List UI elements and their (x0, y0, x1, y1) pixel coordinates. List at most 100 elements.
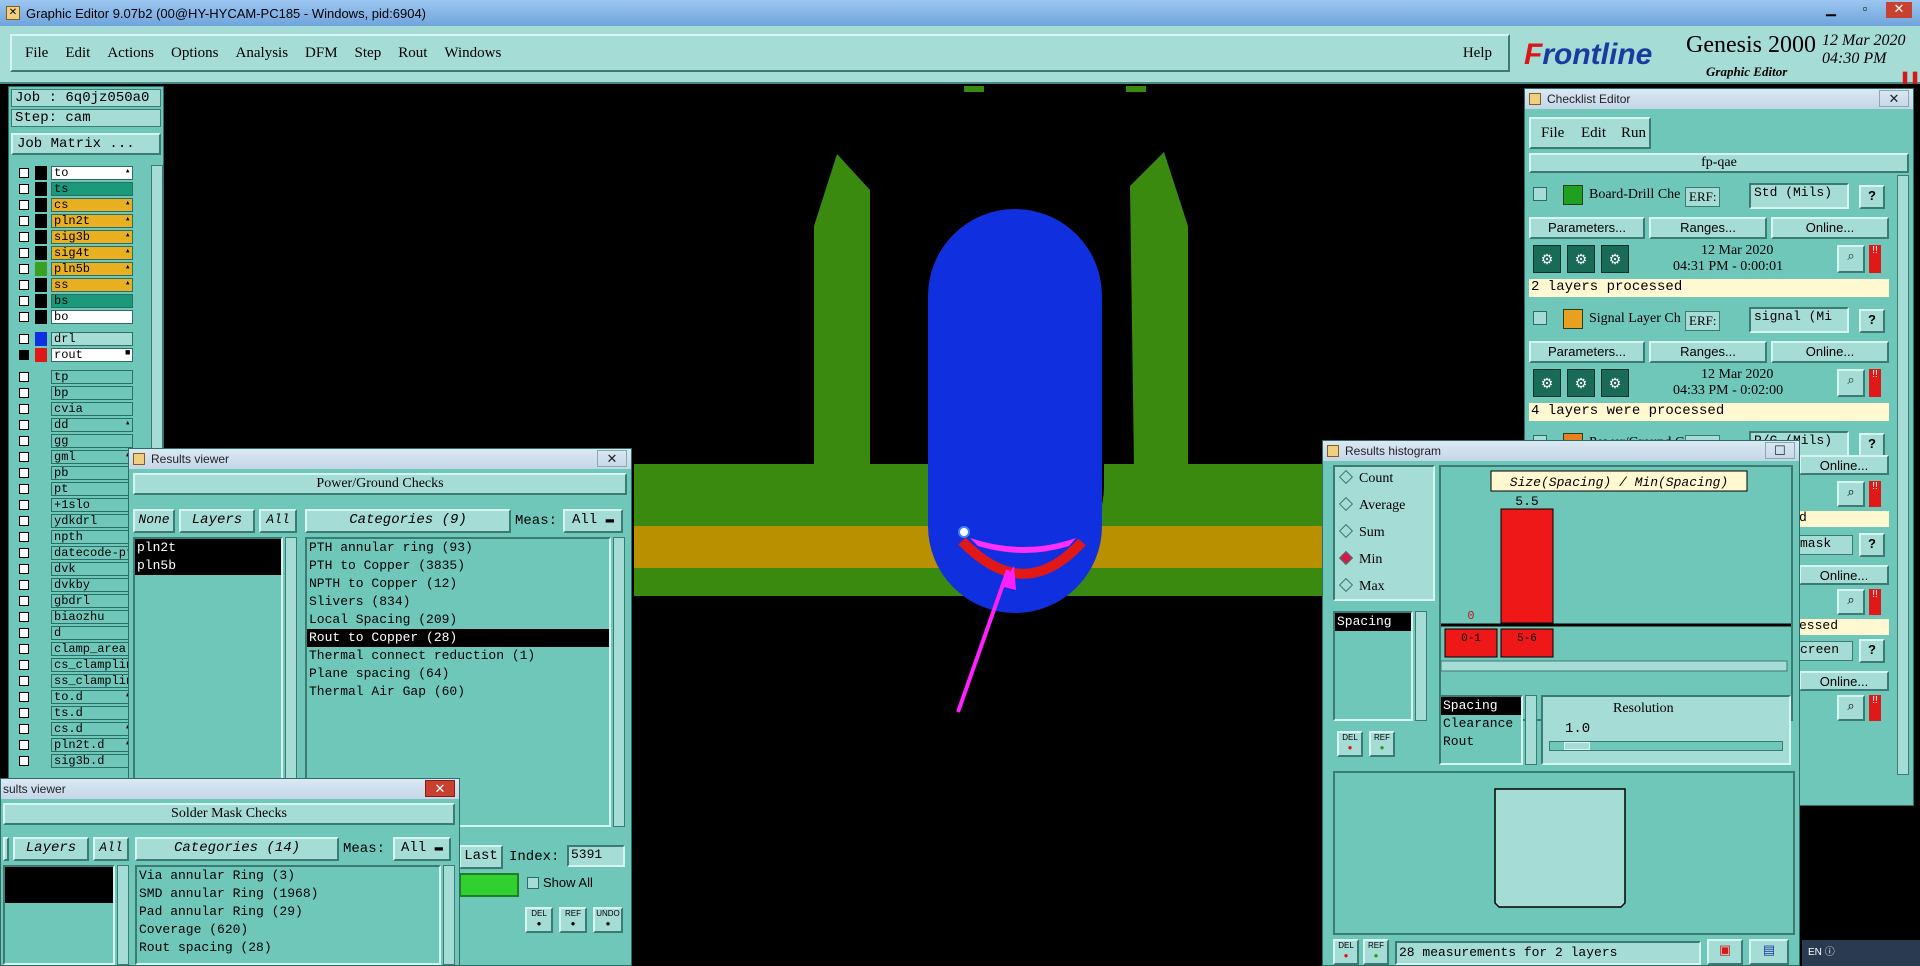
close-button[interactable]: ✕ (425, 780, 455, 797)
layer-color-swatch[interactable] (35, 738, 47, 752)
radio-average[interactable]: Average (1338, 496, 1405, 514)
layer-color-swatch[interactable] (35, 498, 47, 512)
type-list[interactable]: Spacing Clearance Rout (1439, 695, 1523, 765)
layer-row[interactable]: clamp_area (11, 641, 143, 657)
layer-row[interactable]: cvia (11, 401, 143, 417)
zoom-icon[interactable]: ⌕ (1837, 695, 1865, 721)
layer-color-swatch[interactable] (35, 626, 47, 640)
layer-checkbox[interactable] (19, 184, 29, 194)
type-item[interactable]: Spacing (1441, 697, 1521, 715)
type-item[interactable]: Clearance (1441, 715, 1521, 733)
layer-color-swatch[interactable] (35, 722, 47, 736)
layer-checkbox[interactable] (19, 580, 29, 590)
layer-row[interactable]: sig4t ▴ (11, 245, 143, 261)
layer-row[interactable]: ts (11, 181, 143, 197)
check-enable-checkbox[interactable] (1533, 311, 1547, 325)
index-input[interactable]: 5391 (567, 845, 625, 867)
layer-color-swatch[interactable] (35, 530, 47, 544)
layer-checkbox[interactable] (19, 436, 29, 446)
list-item[interactable]: Spacing (1335, 613, 1411, 631)
menu-windows[interactable]: Windows (444, 45, 501, 62)
layer-checkbox[interactable] (19, 628, 29, 638)
last-button[interactable]: Last (459, 845, 503, 869)
layer-checkbox[interactable] (19, 248, 29, 258)
category-item[interactable]: SMD annular Ring (1968) (137, 885, 439, 903)
layer-row[interactable]: dvkby (11, 577, 143, 593)
type-item[interactable]: Rout (1441, 733, 1521, 751)
layer-color-swatch[interactable] (35, 294, 47, 308)
none-button[interactable]: None (133, 509, 175, 533)
category-item[interactable]: PTH annular ring (93) (307, 539, 609, 557)
layer-name[interactable]: gbdrl (51, 594, 133, 608)
help-button[interactable]: ? (1859, 185, 1885, 209)
layer-name[interactable]: bp (51, 386, 133, 400)
online-button[interactable]: Online... (1799, 671, 1889, 691)
none-button-partial[interactable] (3, 837, 9, 861)
layer-color-swatch[interactable] (35, 198, 47, 212)
layer-name[interactable]: clamp_area (51, 642, 133, 656)
layer-name[interactable]: cvia (51, 402, 133, 416)
minimize-button[interactable]: ▁ (1818, 2, 1844, 18)
run-action-icon[interactable]: ⚙ (1567, 369, 1595, 397)
layer-checkbox[interactable] (19, 676, 29, 686)
layer-color-swatch[interactable] (35, 370, 47, 384)
category-item[interactable]: Pad annular Ring (29) (137, 903, 439, 921)
layer-checkbox[interactable] (19, 468, 29, 478)
menu-dfm[interactable]: DFM (305, 45, 338, 62)
layer-list-scrollbar[interactable] (117, 865, 129, 965)
layer-name[interactable]: ss (51, 278, 133, 292)
layer-row[interactable]: ydkdrl (11, 513, 143, 529)
layer-color-swatch[interactable] (35, 262, 47, 276)
layer-color-swatch[interactable] (35, 386, 47, 400)
layer-row[interactable]: npth (11, 529, 143, 545)
check-enable-checkbox[interactable] (1533, 187, 1547, 201)
layer-row[interactable]: gbdrl (11, 593, 143, 609)
layer-name[interactable]: dvk (51, 562, 133, 576)
del-button[interactable]: DEL ● (1337, 731, 1363, 757)
layer-color-swatch[interactable] (35, 642, 47, 656)
layer-name[interactable]: bs (51, 294, 133, 308)
layer-color-swatch[interactable] (35, 310, 47, 324)
run-action-icon[interactable]: ⚙ (1533, 245, 1561, 273)
layer-color-swatch[interactable] (35, 434, 47, 448)
del-button[interactable]: DEL ● (525, 907, 553, 933)
layer-color-swatch[interactable] (35, 450, 47, 464)
layer-checkbox[interactable] (19, 756, 29, 766)
category-item[interactable]: Local Spacing (209) (307, 611, 609, 629)
layer-color-swatch[interactable] (35, 594, 47, 608)
run-action-icon[interactable]: ⚙ (1601, 245, 1629, 273)
online-button[interactable]: Online... (1799, 455, 1889, 475)
menu-file[interactable]: File (25, 45, 48, 62)
layer-checkbox[interactable] (19, 452, 29, 462)
pause-icon[interactable]: ❚❚ (1900, 70, 1920, 84)
online-button[interactable]: Online... (1771, 217, 1889, 239)
list-item[interactable] (5, 867, 113, 885)
category-item[interactable]: Via annular Ring (3) (137, 867, 439, 885)
run-action-icon[interactable]: ⚙ (1601, 369, 1629, 397)
layer-name[interactable]: biaozhu (51, 610, 133, 624)
layer-row[interactable]: pln2t.d▴ (11, 737, 143, 753)
checklist-scrollbar[interactable] (1897, 175, 1909, 775)
category-item[interactable]: PTH to Copper (3835) (307, 557, 609, 575)
layer-row[interactable]: cs ▴ (11, 197, 143, 213)
layer-name[interactable]: d (51, 626, 133, 640)
layer-row[interactable]: pt (11, 481, 143, 497)
layer-row[interactable]: datecode-pt (11, 545, 143, 561)
menu-actions[interactable]: Actions (107, 45, 154, 62)
category-list-scrollbar[interactable] (613, 537, 625, 827)
layer-name[interactable]: drl (51, 332, 133, 346)
layer-checkbox[interactable] (19, 692, 29, 702)
show-all-checkbox[interactable] (527, 877, 539, 889)
layer-checkbox[interactable] (19, 500, 29, 510)
categories-header[interactable]: Categories (14) (135, 837, 339, 861)
layer-name[interactable]: dd (51, 418, 133, 432)
radio-count[interactable]: Count (1338, 469, 1393, 487)
menu-file[interactable]: File (1541, 125, 1564, 142)
layer-checkbox[interactable] (19, 334, 29, 344)
layer-color-swatch[interactable] (35, 658, 47, 672)
layer-checkbox[interactable] (19, 644, 29, 654)
layer-color-swatch[interactable] (35, 402, 47, 416)
list-item[interactable] (5, 885, 113, 903)
parameters-button[interactable]: Parameters... (1529, 217, 1645, 239)
layer-name[interactable]: to.d (51, 690, 133, 704)
